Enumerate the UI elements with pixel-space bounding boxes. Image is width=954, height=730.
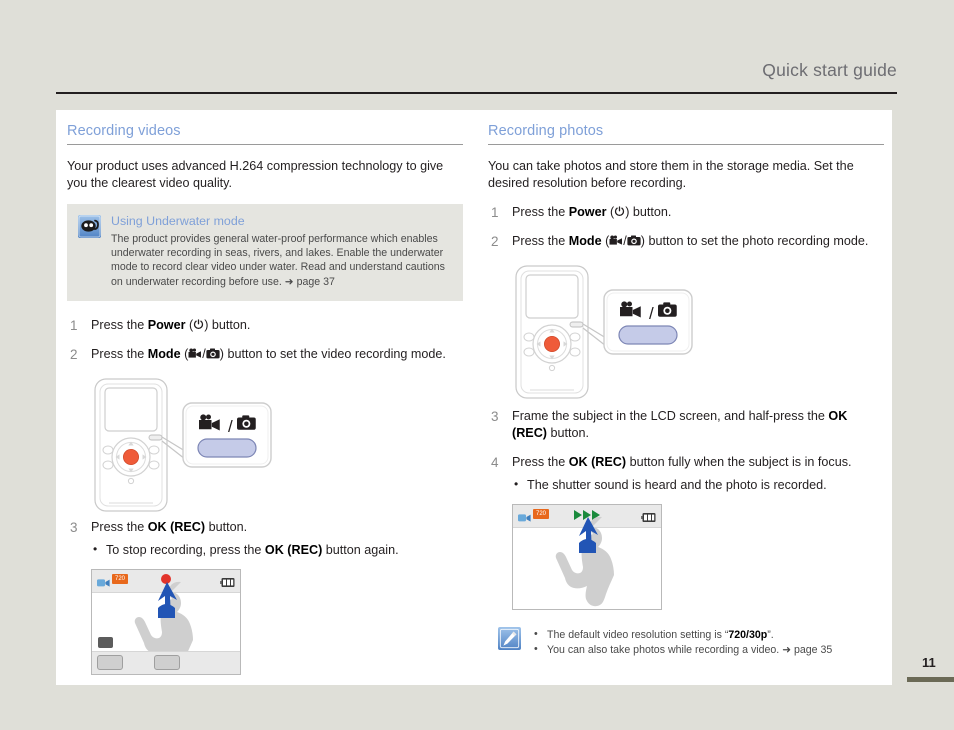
step-text-mid: (: [185, 317, 194, 332]
page-footer-bar: [907, 677, 954, 682]
step-item: 1 Press the Power ( ) button.: [67, 317, 463, 334]
page-header-title: Quick start guide: [762, 60, 897, 80]
content-sheet: Recording videos Your product uses advan…: [56, 110, 892, 685]
step-item: 2 Press the Mode (/) button to set the v…: [67, 346, 463, 363]
step-number: 3: [491, 409, 499, 424]
step-number: 2: [491, 234, 499, 249]
step-text-bold: Power: [147, 317, 186, 332]
tip-title: Using Underwater mode: [111, 214, 245, 228]
step-text-post: ) button.: [204, 317, 251, 332]
step-text-mid: (: [606, 205, 615, 219]
note-pre: The default video resolution setting is …: [547, 629, 729, 641]
step-text-post: ) button.: [625, 205, 672, 219]
power-icon: [614, 206, 625, 217]
pen-note-icon: [498, 627, 521, 650]
header-divider: [56, 92, 897, 94]
svg-text:/: /: [649, 304, 654, 323]
step-text-bold: OK (REC): [147, 519, 206, 534]
tip-underwater-mode: Using Underwater mode The product provid…: [67, 204, 463, 301]
note-block: The default video resolution setting is …: [488, 624, 884, 658]
lcd-preview-photo: 720: [512, 504, 662, 610]
lcd-indicator-badge: [98, 636, 113, 648]
step-text-mid: (: [180, 346, 189, 361]
tip-body: The product provides general water-proof…: [111, 233, 445, 288]
step-number: 1: [70, 317, 78, 333]
note-bold: 720/30p: [728, 629, 768, 641]
intro-paragraph-photos: You can take photos and store them in th…: [488, 159, 854, 190]
step-text-pre: Press the: [512, 234, 569, 248]
note-page-reference: ➜ page 35: [782, 644, 833, 656]
step-text-post: ) button to set the video recording mode…: [219, 346, 446, 361]
section-title-recording-videos: Recording videos: [67, 123, 181, 139]
video-camera-icon: [609, 234, 623, 245]
step-text-mid: (: [601, 234, 610, 248]
step-number: 1: [491, 205, 499, 220]
svg-text:/: /: [228, 417, 233, 436]
power-icon: [193, 319, 204, 330]
step-text-post: button fully when the subject is in focu…: [626, 455, 852, 469]
bullet-post: button again.: [322, 542, 399, 557]
camcorder-illustration-video: /: [85, 375, 463, 515]
step-item: 2 Press the Mode (/) button to set the p…: [488, 233, 884, 250]
tip-page-reference: ➜ page 37: [284, 275, 335, 288]
step-text-bold: Power: [568, 205, 607, 219]
bullet-bold: OK (REC): [264, 542, 323, 557]
section-title-recording-photos: Recording photos: [488, 123, 604, 139]
step-item: 1 Press the Power ( ) button.: [488, 204, 884, 221]
left-column: Recording videos Your product uses advan…: [67, 123, 463, 675]
photo-camera-icon: [206, 347, 220, 359]
step-text-bold: OK (REC): [568, 455, 627, 469]
step-number: 3: [70, 519, 78, 535]
step-text-pre: Press the: [91, 519, 148, 534]
step-text-post: button.: [546, 426, 589, 440]
page-number: 11: [922, 655, 936, 670]
photo-camera-icon: [627, 234, 641, 246]
tip-text: The product provides general water-proof…: [111, 232, 451, 289]
note-pre: You can also take photos while recording…: [547, 644, 783, 656]
right-column: Recording photos You can take photos and…: [488, 123, 884, 658]
note-item: The default video resolution setting is …: [534, 627, 884, 643]
step-number: 2: [70, 346, 78, 362]
step-text-bold: Mode: [147, 346, 181, 361]
note-post: ”.: [767, 629, 774, 641]
intro-paragraph-videos: Your product uses advanced H.264 compres…: [67, 159, 444, 190]
step-text-pre: Press the: [512, 455, 569, 469]
video-camera-icon: [188, 347, 202, 358]
step-item: 4 Press the OK (REC) button fully when t…: [488, 454, 884, 471]
note-item: You can also take photos while recording…: [534, 642, 884, 658]
step-text-pre: Press the: [91, 346, 148, 361]
step-bullet: To stop recording, press the OK (REC) bu…: [67, 541, 463, 559]
step-text-bold: Mode: [568, 234, 602, 248]
section-divider: [67, 144, 463, 145]
focus-cursor-arrow-icon: [513, 505, 661, 614]
step-text-post: button.: [205, 519, 248, 534]
step-item: 3 Press the OK (REC) button.: [67, 519, 463, 536]
step-text-pre: Press the: [512, 205, 569, 219]
bullet-pre: To stop recording, press the: [106, 542, 265, 557]
camcorder-illustration-photo: /: [506, 262, 884, 402]
section-divider: [488, 144, 884, 145]
lcd-preview-recording: 720: [91, 568, 241, 675]
lcd-softkey-center[interactable]: [154, 654, 180, 670]
step-text-post: ) button to set the photo recording mode…: [640, 234, 869, 248]
snorkel-mask-icon: [78, 215, 101, 238]
step-number: 4: [491, 455, 499, 470]
lcd-softkey-left[interactable]: [97, 654, 123, 670]
step-text-pre: Press the: [91, 317, 148, 332]
step-text-pre: Frame the subject in the LCD screen, and…: [512, 409, 829, 423]
step-item: 3 Frame the subject in the LCD screen, a…: [488, 408, 884, 442]
step-bullet: The shutter sound is heard and the photo…: [488, 476, 884, 494]
document-page: Quick start guide Recording videos Your …: [0, 0, 954, 730]
